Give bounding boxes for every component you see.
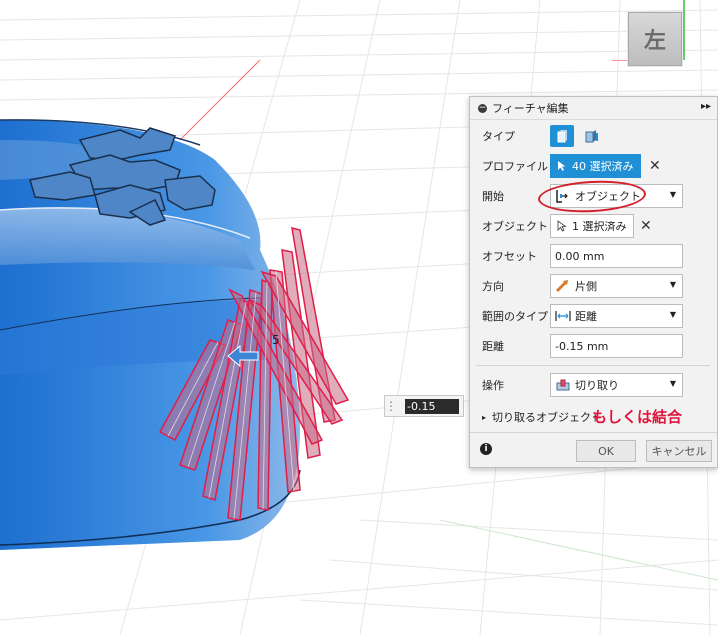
- direction-label: 方向: [482, 280, 504, 293]
- annotation-text: もしくは結合: [592, 408, 683, 426]
- row-object: オブジェクト 1 選択済み ✕: [482, 212, 710, 240]
- distance-icon: [555, 311, 571, 321]
- direction-value: 片側: [575, 280, 597, 293]
- row-profile: プロファイル 40 選択済み ✕: [482, 152, 710, 180]
- cube-axis-green: [683, 0, 685, 60]
- view-cube-face-label: 左: [643, 29, 666, 54]
- offset-control: 0.00 mm: [550, 244, 683, 268]
- distance-label: 距離: [482, 340, 504, 353]
- distance-manipulator-input[interactable]: -0.15 mm: [405, 398, 459, 428]
- row-offset: オフセット 0.00 mm: [482, 242, 710, 270]
- drag-grip-icon[interactable]: ⋮: [385, 399, 397, 413]
- dimension-marker: 5: [272, 333, 280, 347]
- thin-extrude-icon: [585, 130, 598, 143]
- expand-panel-icon[interactable]: ▸▸: [701, 101, 711, 112]
- object-control: 1 選択済み ✕: [550, 214, 652, 238]
- chevron-down-icon: ▼: [669, 190, 676, 199]
- row-extent-type: 範囲のタイプ 距離 ▼: [482, 302, 710, 330]
- profile-select-button[interactable]: 40 選択済み: [550, 154, 641, 178]
- distance-control: -0.15 mm: [550, 334, 683, 358]
- operation-label: 操作: [482, 379, 504, 392]
- object-label: オブジェクト: [482, 220, 548, 233]
- row-direction: 方向 片側 ▼: [482, 272, 710, 300]
- operation-dropdown[interactable]: 切り取り ▼: [550, 373, 683, 397]
- cut-icon: [556, 379, 570, 391]
- solid-extrude-icon: [557, 130, 567, 143]
- distance-input[interactable]: -0.15 mm: [550, 334, 683, 358]
- extent-type-dropdown[interactable]: 距離 ▼: [550, 304, 683, 328]
- objects-to-cut-label: 切り取るオブジェクト: [492, 411, 603, 424]
- direction-control: 片側 ▼: [550, 274, 683, 298]
- object-clear-icon[interactable]: ✕: [640, 218, 652, 234]
- panel-title: フィーチャ編集: [492, 102, 569, 115]
- cursor-icon: [557, 220, 567, 232]
- operation-value: 切り取り: [575, 379, 619, 392]
- profile-label: プロファイル: [482, 160, 548, 173]
- direction-dropdown[interactable]: 片側 ▼: [550, 274, 683, 298]
- profile-select-text: 40 選択済み: [572, 160, 634, 173]
- cancel-button[interactable]: キャンセル: [646, 440, 712, 462]
- chevron-down-icon: ▼: [669, 310, 676, 319]
- extent-type-label: 範囲のタイプ: [482, 310, 548, 323]
- distance-manipulator[interactable]: ⋮ -0.15 mm: [384, 395, 464, 428]
- ground-line: [439, 519, 718, 581]
- type-solid-button[interactable]: [550, 125, 574, 147]
- offset-input[interactable]: 0.00 mm: [550, 244, 683, 268]
- panel-header[interactable]: − フィーチャ編集 ▸▸: [470, 97, 717, 120]
- x-axis-line: [179, 59, 261, 141]
- profile-clear-icon[interactable]: ✕: [649, 158, 661, 174]
- offset-label: オフセット: [482, 250, 537, 263]
- info-icon[interactable]: i: [480, 443, 492, 455]
- row-operation: 操作 切り取り ▼: [482, 371, 710, 399]
- object-select-button[interactable]: 1 選択済み: [550, 214, 634, 238]
- view-cube[interactable]: 左: [628, 12, 682, 66]
- panel-footer: i OK キャンセル: [470, 432, 717, 467]
- operation-control: 切り取り ▼: [550, 373, 683, 397]
- row-type: タイプ: [482, 122, 710, 150]
- one-side-icon: [555, 280, 568, 293]
- collapse-icon[interactable]: −: [478, 103, 487, 113]
- cursor-icon: [558, 161, 566, 171]
- type-buttons: [550, 124, 610, 148]
- chevron-down-icon: ▼: [669, 379, 676, 388]
- divider: [476, 365, 710, 366]
- expand-triangle-icon[interactable]: ▸: [482, 413, 486, 422]
- row-distance: 距離 -0.15 mm: [482, 332, 710, 360]
- extent-type-value: 距離: [575, 310, 597, 323]
- ok-button[interactable]: OK: [576, 440, 636, 462]
- type-label: タイプ: [482, 130, 515, 143]
- chevron-down-icon: ▼: [669, 280, 676, 289]
- type-thin-button[interactable]: [580, 125, 604, 147]
- profile-control: 40 選択済み ✕: [550, 154, 661, 178]
- object-select-text: 1 選択済み: [572, 220, 627, 233]
- extent-type-control: 距離 ▼: [550, 304, 683, 328]
